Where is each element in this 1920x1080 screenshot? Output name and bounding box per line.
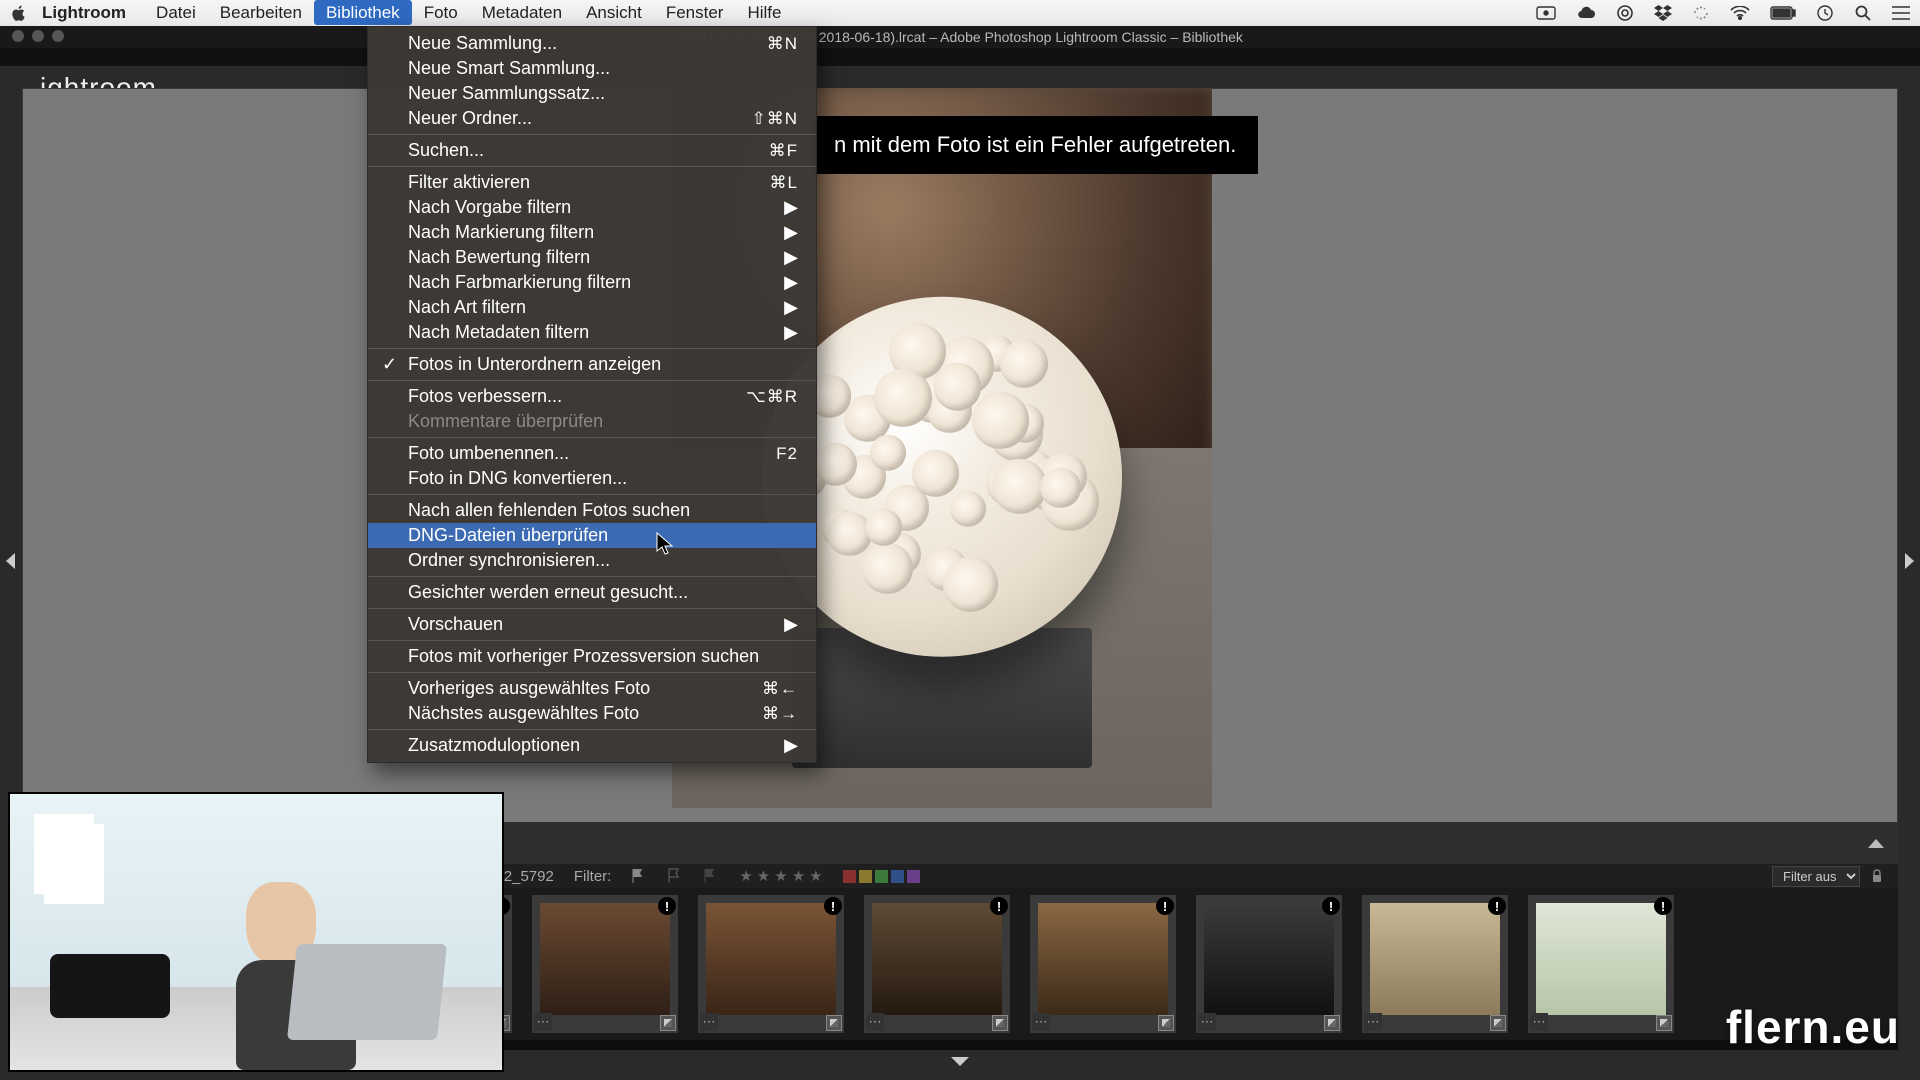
menu-datei[interactable]: Datei <box>144 0 208 25</box>
develop-badge-icon <box>826 1015 842 1031</box>
sync-icon[interactable] <box>1692 4 1710 22</box>
thumbnail[interactable]: !⋯ <box>698 895 844 1033</box>
battery-icon[interactable] <box>1770 6 1796 20</box>
filter-preset-select[interactable]: Filter aus <box>1772 866 1860 887</box>
flag-rejected-icon[interactable] <box>703 868 719 884</box>
traffic-lights[interactable] <box>12 30 64 42</box>
menu-item[interactable]: Nach Metadaten filtern▶ <box>368 320 816 345</box>
clock-icon[interactable] <box>1816 4 1834 22</box>
color-filter[interactable] <box>843 870 920 883</box>
thumbnail[interactable]: !⋯ <box>1528 895 1674 1033</box>
filmstrip-toggle-icon[interactable] <box>951 1057 969 1066</box>
develop-badge-icon <box>1158 1015 1174 1031</box>
cloud-icon[interactable] <box>1576 6 1596 20</box>
menu-item[interactable]: Gesichter werden erneut gesucht... <box>368 580 816 605</box>
develop-badge-icon <box>1656 1015 1672 1031</box>
thumb-menu-icon[interactable]: ⋯ <box>1364 1013 1382 1031</box>
mac-menubar: Lightroom DateiBearbeitenBibliothekFotoM… <box>0 0 1920 26</box>
app-name: Lightroom <box>42 3 126 23</box>
alert-icon: ! <box>1156 897 1174 915</box>
thumbnail[interactable]: !⋯ <box>1362 895 1508 1033</box>
thumbnail[interactable]: !⋯ <box>1196 895 1342 1033</box>
menu-item[interactable]: Zusatzmoduloptionen▶ <box>368 733 816 758</box>
menu-item[interactable]: Neue Smart Sammlung... <box>368 56 816 81</box>
menu-item[interactable]: Fotos verbessern...⌥⌘R <box>368 384 816 409</box>
thumbnail[interactable]: !⋯ <box>864 895 1010 1033</box>
menu-item: Kommentare überprüfen <box>368 409 816 434</box>
watermark: flern.eu <box>1726 1000 1900 1054</box>
menu-icon[interactable] <box>1892 6 1910 20</box>
develop-badge-icon <box>992 1015 1008 1031</box>
menu-item[interactable]: ✓Fotos in Unterordnern anzeigen <box>368 352 816 377</box>
menu-item[interactable]: Fotos mit vorheriger Prozessversion such… <box>368 644 816 669</box>
thumbnail[interactable]: !⋯ <box>1030 895 1176 1033</box>
wifi-icon[interactable] <box>1730 6 1750 20</box>
menu-item[interactable]: Nächstes ausgewähltes Foto⌘→ <box>368 701 816 726</box>
menu-item[interactable]: Ordner synchronisieren... <box>368 548 816 573</box>
left-panel-toggle[interactable] <box>6 553 15 569</box>
apple-logo-icon <box>10 4 28 22</box>
alert-icon: ! <box>1322 897 1340 915</box>
develop-badge-icon <box>660 1015 676 1031</box>
menu-item[interactable]: Nach Art filtern▶ <box>368 295 816 320</box>
menu-item[interactable]: Neuer Ordner...⇧⌘N <box>368 106 816 131</box>
menu-item[interactable]: Vorschauen▶ <box>368 612 816 637</box>
thumb-menu-icon[interactable]: ⋯ <box>866 1013 884 1031</box>
toolbar-expand-icon[interactable] <box>1868 839 1884 848</box>
menu-item[interactable]: Nach allen fehlenden Fotos suchen <box>368 498 816 523</box>
menu-foto[interactable]: Foto <box>412 0 470 25</box>
right-panel-toggle[interactable] <box>1905 553 1914 569</box>
thumb-menu-icon[interactable]: ⋯ <box>1198 1013 1216 1031</box>
menu-item[interactable]: Suchen...⌘F <box>368 138 816 163</box>
module-picker <box>0 48 1920 66</box>
presenter-webcam <box>8 792 504 1072</box>
menu-bibliothek[interactable]: Bibliothek <box>314 0 412 25</box>
menu-metadaten[interactable]: Metadaten <box>470 0 574 25</box>
dropbox-icon[interactable] <box>1654 5 1672 21</box>
mouse-cursor-icon <box>656 532 674 556</box>
alert-icon: ! <box>990 897 1008 915</box>
menu-item[interactable]: Nach Markierung filtern▶ <box>368 220 816 245</box>
menu-bearbeiten[interactable]: Bearbeiten <box>208 0 314 25</box>
menu-item[interactable]: Foto umbenennen...F2 <box>368 441 816 466</box>
menu-ansicht[interactable]: Ansicht <box>574 0 654 25</box>
menu-item[interactable]: Nach Farbmarkierung filtern▶ <box>368 270 816 295</box>
alert-icon: ! <box>658 897 676 915</box>
error-banner: n mit dem Foto ist ein Fehler aufgetrete… <box>812 116 1258 174</box>
thumb-menu-icon[interactable]: ⋯ <box>1530 1013 1548 1031</box>
thumbnail[interactable]: !⋯ <box>532 895 678 1033</box>
menu-item[interactable]: Filter aktivieren⌘L <box>368 170 816 195</box>
thumb-menu-icon[interactable]: ⋯ <box>1032 1013 1050 1031</box>
alert-icon: ! <box>1654 897 1672 915</box>
menu-hilfe[interactable]: Hilfe <box>735 0 793 25</box>
menu-item[interactable]: Neue Sammlung...⌘N <box>368 31 816 56</box>
menu-item[interactable]: Foto in DNG konvertieren... <box>368 466 816 491</box>
lock-icon[interactable] <box>1870 869 1884 883</box>
thumb-menu-icon[interactable]: ⋯ <box>700 1013 718 1031</box>
flag-picked-icon[interactable] <box>631 868 647 884</box>
menubar-tray <box>1536 4 1910 22</box>
menu-fenster[interactable]: Fenster <box>654 0 736 25</box>
filter-label: Filter: <box>574 868 612 885</box>
menu-item[interactable]: Nach Bewertung filtern▶ <box>368 245 816 270</box>
menu-item[interactable]: Vorheriges ausgewähltes Foto⌘← <box>368 676 816 701</box>
rating-filter[interactable]: ★★★★★ <box>739 867 822 885</box>
spotlight-icon[interactable] <box>1854 4 1872 22</box>
thumb-menu-icon[interactable]: ⋯ <box>534 1013 552 1031</box>
screencast-icon[interactable] <box>1536 6 1556 20</box>
menu-item[interactable]: Neuer Sammlungssatz... <box>368 81 816 106</box>
develop-badge-icon <box>1324 1015 1340 1031</box>
window-titlebar: onflikt stehende Kopie 2018-06-18).lrcat… <box>0 26 1920 48</box>
menu-item[interactable]: DNG-Dateien überprüfen <box>368 523 816 548</box>
bibliothek-menu: Neue Sammlung...⌘NNeue Smart Sammlung...… <box>367 26 817 763</box>
alert-icon: ! <box>1488 897 1506 915</box>
develop-badge-icon <box>1490 1015 1506 1031</box>
cc-icon[interactable] <box>1616 4 1634 22</box>
flag-unflagged-icon[interactable] <box>667 868 683 884</box>
menu-item[interactable]: Nach Vorgabe filtern▶ <box>368 195 816 220</box>
alert-icon: ! <box>824 897 842 915</box>
